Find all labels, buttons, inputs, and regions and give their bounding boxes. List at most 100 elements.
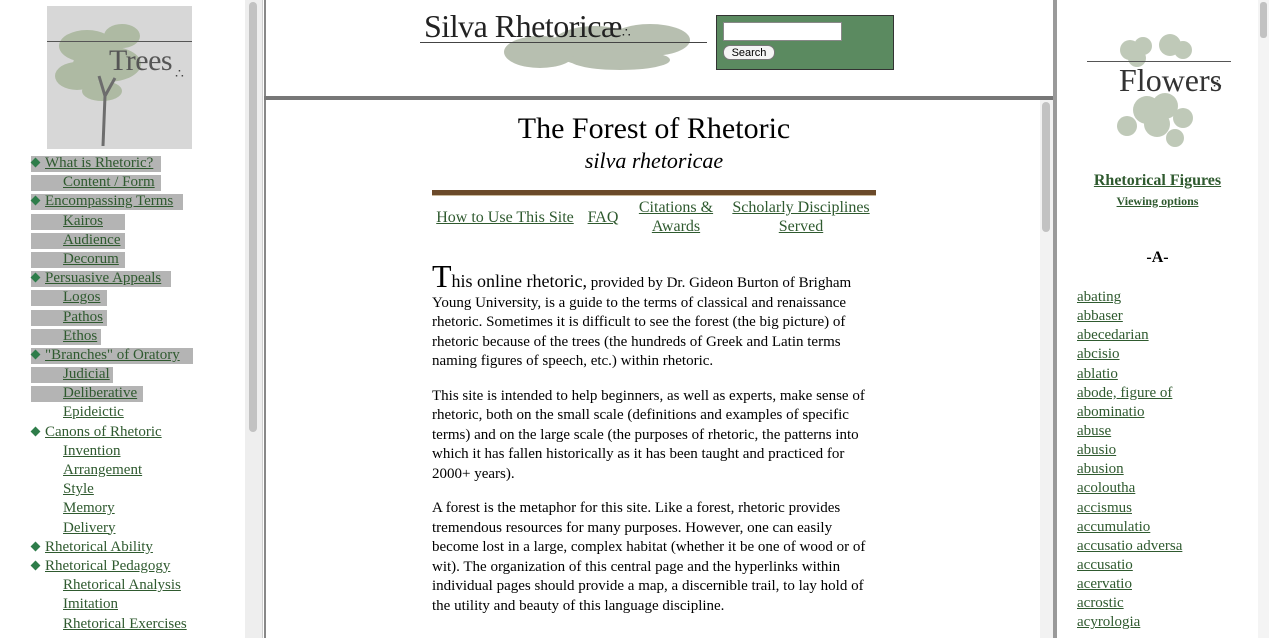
nav-link[interactable]: Content / Form: [63, 173, 155, 192]
nav-item[interactable]: Canons of Rhetoric: [0, 423, 245, 442]
nav-item[interactable]: Decorum: [0, 250, 245, 269]
nav-item[interactable]: Style: [0, 480, 245, 499]
logo-dots: ∴: [175, 67, 184, 82]
nav-item[interactable]: Epideictic: [0, 403, 245, 422]
nav-item[interactable]: Invention: [0, 442, 245, 461]
list-item: accumulatio: [1077, 518, 1182, 537]
list-item: acyrologia: [1077, 613, 1182, 632]
main-content-frame: The Forest of Rhetoric silva rhetoricae …: [264, 100, 1042, 638]
logo-rule: [47, 41, 192, 42]
nav-item[interactable]: Kairos: [0, 212, 245, 231]
figure-term-link[interactable]: abominatio: [1077, 404, 1145, 420]
nav-link[interactable]: Epideictic: [63, 403, 124, 422]
figure-term-link[interactable]: abecedarian: [1077, 327, 1149, 343]
nav-item[interactable]: Encompassing Terms: [0, 192, 245, 211]
left-nav-list: What is Rhetoric? Content / Form Encompass…: [0, 154, 245, 634]
nav-link[interactable]: Kairos: [63, 212, 103, 231]
figure-term-link[interactable]: abcisio: [1077, 346, 1120, 362]
nav-link[interactable]: Rhetorical Ability: [45, 538, 153, 557]
letter-heading: -A-: [1146, 249, 1169, 266]
list-item: abecedarian: [1077, 326, 1182, 345]
left-nav-frame: Trees ∴ What is Rhetoric? Content / Form E…: [0, 0, 245, 638]
nav-link[interactable]: Style: [63, 480, 94, 499]
diamond-bullet-icon: [30, 426, 41, 437]
list-item: abominatio: [1077, 403, 1182, 422]
how-to-use-link[interactable]: How to Use This Site: [434, 208, 576, 227]
figure-term-link[interactable]: ablatio: [1077, 366, 1118, 382]
nav-item[interactable]: Pathos: [0, 308, 245, 327]
trees-logo: Trees ∴: [47, 6, 192, 149]
nav-link[interactable]: Delivery: [63, 519, 115, 538]
figure-term-link[interactable]: accumulatio: [1077, 519, 1150, 535]
nav-item[interactable]: Content / Form: [0, 173, 245, 192]
nav-link[interactable]: Audience: [63, 231, 120, 250]
nav-link[interactable]: Rhetorical Analysis: [63, 576, 181, 595]
left-scrollbar[interactable]: [245, 0, 263, 638]
nav-item[interactable]: Rhetorical Exercises: [0, 615, 245, 634]
figure-term-link[interactable]: abusion: [1077, 461, 1124, 477]
nav-item[interactable]: Arrangement: [0, 461, 245, 480]
flowers-logo-text: Flowers: [1119, 62, 1223, 98]
nav-item[interactable]: Ethos: [0, 327, 245, 346]
nav-link[interactable]: Persuasive Appeals: [45, 269, 161, 288]
list-item: abcisio: [1077, 345, 1182, 364]
nav-link[interactable]: What is Rhetoric?: [45, 154, 153, 173]
figure-term-link[interactable]: acyrologia: [1077, 614, 1140, 630]
viewing-options-link[interactable]: Viewing options: [1057, 194, 1258, 209]
rhetorical-figures-link[interactable]: Rhetorical Figures: [1057, 172, 1258, 190]
faq-link[interactable]: FAQ: [584, 208, 622, 227]
nav-link[interactable]: Memory: [63, 499, 115, 518]
figure-term-link[interactable]: acoloutha: [1077, 480, 1135, 496]
figure-term-link[interactable]: acervatio: [1077, 576, 1132, 592]
intro-text: This online rhetoric, provided by Dr. Gi…: [432, 260, 882, 631]
nav-item[interactable]: Imitation: [0, 595, 245, 614]
nav-link[interactable]: Ethos: [63, 327, 97, 346]
nav-link[interactable]: Deliberative: [63, 384, 137, 403]
figure-term-link[interactable]: abode, figure of: [1077, 385, 1172, 401]
figure-term-link[interactable]: abating: [1077, 289, 1121, 305]
site-title[interactable]: Silva Rhetoricæ∴: [424, 8, 631, 45]
nav-link[interactable]: Rhetorical Exercises: [63, 615, 187, 634]
figure-term-link[interactable]: abbaser: [1077, 308, 1123, 324]
right-scrollbar-thumb[interactable]: [1260, 2, 1267, 38]
nav-link[interactable]: Judicial: [63, 365, 110, 384]
nav-item[interactable]: Rhetorical Ability: [0, 538, 245, 557]
nav-item[interactable]: Audience: [0, 231, 245, 250]
left-scrollbar-thumb[interactable]: [249, 2, 257, 432]
nav-item[interactable]: What is Rhetoric?: [0, 154, 245, 173]
search-button[interactable]: Search: [723, 45, 775, 60]
nav-item[interactable]: "Branches" of Oratory: [0, 346, 245, 365]
figure-term-link[interactable]: abusio: [1077, 442, 1116, 458]
figure-term-link[interactable]: accismus: [1077, 500, 1132, 516]
nav-link[interactable]: Pathos: [63, 308, 103, 327]
figure-term-link[interactable]: abuse: [1077, 423, 1111, 439]
nav-item[interactable]: Rhetorical Analysis: [0, 576, 245, 595]
nav-link[interactable]: Logos: [63, 288, 101, 307]
nav-link[interactable]: Rhetorical Pedagogy: [45, 557, 170, 576]
figure-term-link[interactable]: accusatio: [1077, 557, 1133, 573]
citations-awards-link[interactable]: Citations & Awards: [632, 198, 720, 236]
nav-link[interactable]: Arrangement: [63, 461, 142, 480]
search-input[interactable]: [723, 22, 842, 41]
nav-link[interactable]: Canons of Rhetoric: [45, 423, 162, 442]
figure-term-link[interactable]: acrostic: [1077, 595, 1124, 611]
nav-link[interactable]: Decorum: [63, 250, 119, 269]
main-scrollbar-thumb[interactable]: [1042, 102, 1050, 232]
nav-link[interactable]: Encompassing Terms: [45, 192, 173, 211]
nav-item[interactable]: Judicial: [0, 365, 245, 384]
nav-item[interactable]: Deliberative: [0, 384, 245, 403]
nav-link[interactable]: "Branches" of Oratory: [45, 346, 180, 365]
nav-item[interactable]: Memory: [0, 499, 245, 518]
diamond-bullet-icon: [30, 541, 41, 552]
main-scrollbar[interactable]: [1040, 100, 1053, 638]
nav-link[interactable]: Invention: [63, 442, 121, 461]
nav-item[interactable]: Logos: [0, 288, 245, 307]
nav-link[interactable]: Imitation: [63, 595, 118, 614]
nav-item[interactable]: Delivery: [0, 519, 245, 538]
main-links: How to Use This Site FAQ Citations & Awa…: [432, 198, 876, 238]
nav-item[interactable]: Persuasive Appeals: [0, 269, 245, 288]
figure-term-link[interactable]: accusatio adversa: [1077, 538, 1182, 554]
scholarly-disciplines-link[interactable]: Scholarly Disciplines Served: [728, 198, 874, 236]
nav-item[interactable]: Rhetorical Pedagogy: [0, 557, 245, 576]
right-scrollbar[interactable]: [1258, 0, 1269, 638]
